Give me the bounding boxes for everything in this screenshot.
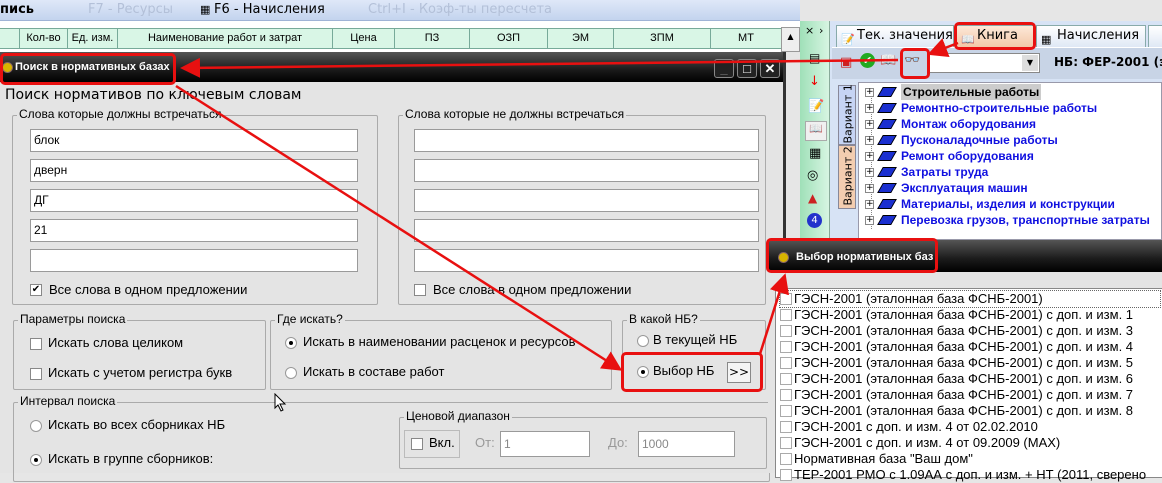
arrow-book-to-binoculars — [927, 38, 959, 57]
arrow-search-to-choose-nb — [175, 84, 623, 371]
arrow-binoculars-to-search — [180, 57, 899, 78]
annotation-arrows — [175, 38, 959, 371]
arrow-choose-nb-to-dialog — [758, 273, 790, 355]
